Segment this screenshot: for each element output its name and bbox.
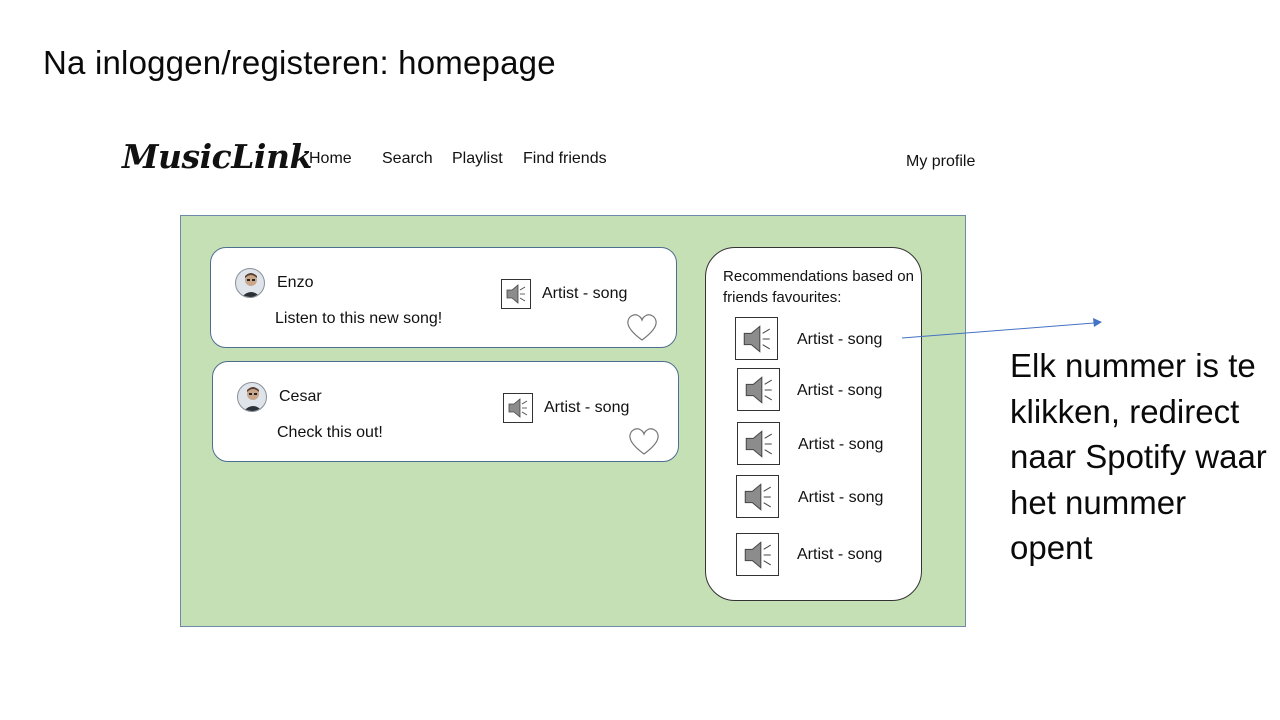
musiclink-logo[interactable]: MusicLink <box>122 137 312 176</box>
post-author[interactable]: Enzo <box>277 274 313 292</box>
nav-home[interactable]: Home <box>309 150 352 168</box>
post-message: Listen to this new song! <box>275 310 443 327</box>
speaker-icon[interactable] <box>737 422 780 465</box>
recommendations-title: Recommendations based on friends favouri… <box>723 268 914 306</box>
post-song-link[interactable]: Artist - song <box>544 399 629 417</box>
avatar-icon <box>235 268 265 298</box>
slide-title: Na inloggen/registeren: homepage <box>43 44 556 81</box>
annotation-text: Elk nummer is te klikken, redirect naar … <box>1010 347 1267 566</box>
heart-icon[interactable] <box>627 425 661 457</box>
speaker-icon[interactable] <box>501 279 531 309</box>
post-message: Check this out! <box>277 424 383 441</box>
speaker-icon[interactable] <box>503 393 533 423</box>
nav-search[interactable]: Search <box>382 150 433 168</box>
recommendation-label[interactable]: Artist - song <box>797 546 882 564</box>
post-song-link[interactable]: Artist - song <box>542 285 627 303</box>
speaker-icon[interactable] <box>737 368 780 411</box>
avatar-icon <box>237 382 267 412</box>
speaker-icon[interactable] <box>736 533 779 576</box>
recommendation-label[interactable]: Artist - song <box>797 382 882 400</box>
speaker-icon[interactable] <box>735 317 778 360</box>
speaker-icon[interactable] <box>736 475 779 518</box>
feed-post: Enzo Listen to this new song! Artist - s… <box>210 247 677 348</box>
recommendation-label[interactable]: Artist - song <box>797 331 882 349</box>
nav-find-friends[interactable]: Find friends <box>523 150 607 168</box>
heart-icon[interactable] <box>625 311 659 343</box>
feed-post: Cesar Check this out! Artist - song <box>212 361 679 462</box>
my-profile-link[interactable]: My profile <box>906 153 975 171</box>
recommendation-label[interactable]: Artist - song <box>798 436 883 454</box>
post-author[interactable]: Cesar <box>279 388 322 406</box>
recommendation-label[interactable]: Artist - song <box>798 489 883 507</box>
nav-playlist[interactable]: Playlist <box>452 150 503 168</box>
